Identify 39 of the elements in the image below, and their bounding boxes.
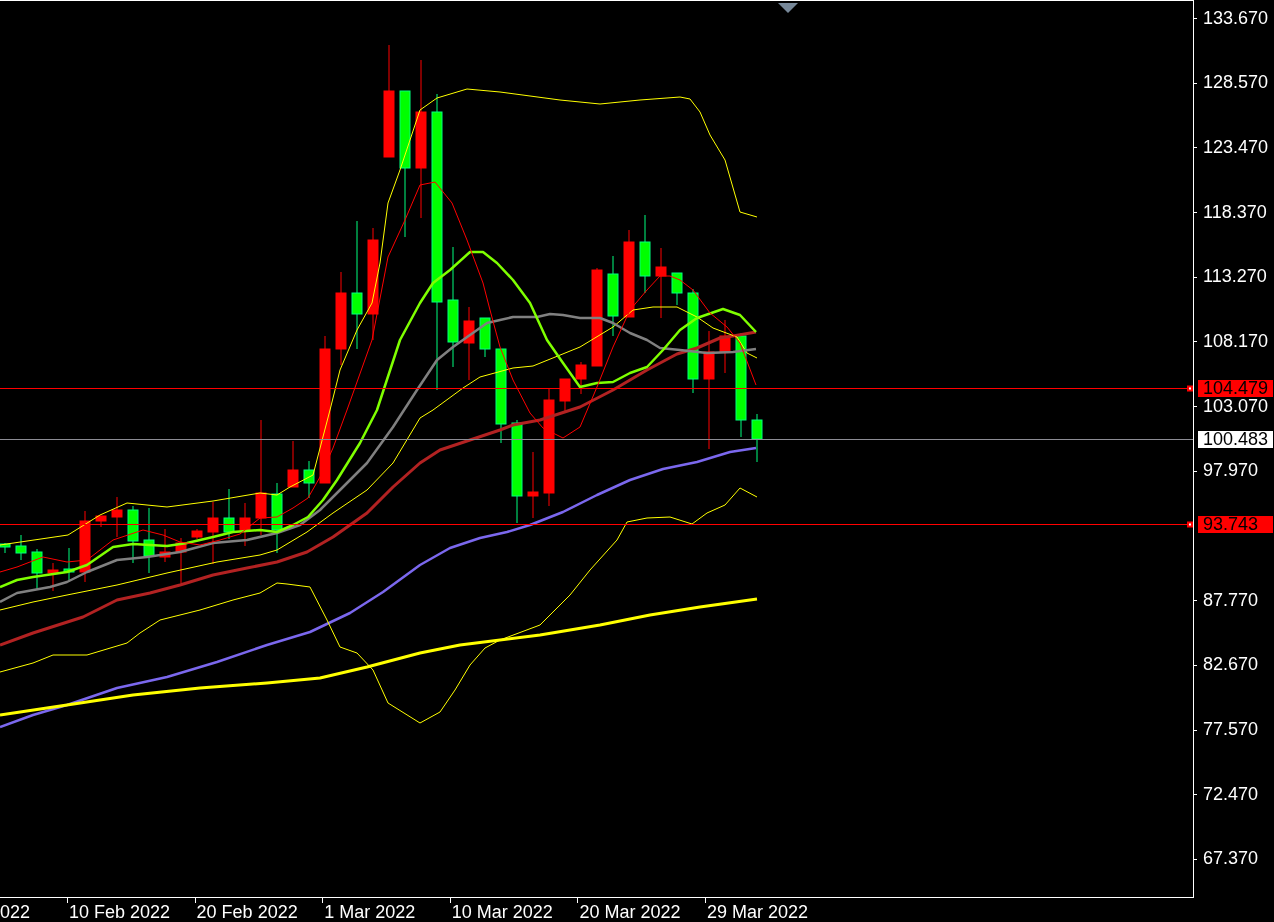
bullish-candle — [63, 547, 75, 583]
level-marker-icon — [1187, 521, 1193, 528]
bearish-candle — [47, 562, 59, 592]
price-axis-label: 108.170 — [1203, 332, 1269, 350]
bullish-candle — [479, 317, 491, 358]
bearish-candle — [191, 528, 203, 540]
bullish-candle — [223, 488, 235, 540]
bullish-candle — [127, 505, 139, 564]
bullish-candle — [143, 507, 155, 574]
price-tag: 104.479 — [1198, 379, 1273, 397]
bearish-candle — [655, 247, 667, 319]
bearish-candle — [559, 378, 571, 413]
bullish-candle — [303, 460, 315, 499]
triangle-handle-icon[interactable] — [778, 3, 798, 13]
bearish-candle — [575, 361, 587, 395]
price-axis-label: 118.370 — [1203, 203, 1267, 221]
level-marker-icon — [1187, 385, 1193, 392]
bullish-candle — [15, 534, 27, 561]
price-axis-label: 87.770 — [1203, 591, 1259, 609]
bearish-candle — [287, 440, 299, 488]
bearish-candle — [527, 451, 539, 519]
price-axis-label: 123.470 — [1203, 138, 1269, 156]
price-axis-label: 133.670 — [1203, 9, 1269, 27]
bearish-candle — [159, 528, 171, 563]
bearish-candle — [111, 496, 123, 538]
bullish-candle — [31, 548, 43, 590]
bearish-candle — [239, 502, 251, 547]
price-axis-label: 103.070 — [1203, 397, 1269, 415]
bearish-candle — [95, 515, 107, 528]
bullish-candle — [0, 542, 11, 554]
bullish-candle — [671, 272, 683, 306]
bearish-candle — [207, 501, 219, 565]
bearish-candle — [719, 319, 731, 374]
price-tag: 100.483 — [1198, 430, 1273, 448]
price-tag: 93.743 — [1198, 515, 1273, 533]
price-axis-label: 72.470 — [1203, 785, 1259, 803]
bearish-candle — [175, 537, 187, 584]
bullish-candle — [271, 482, 283, 554]
bullish-candle — [751, 413, 763, 463]
